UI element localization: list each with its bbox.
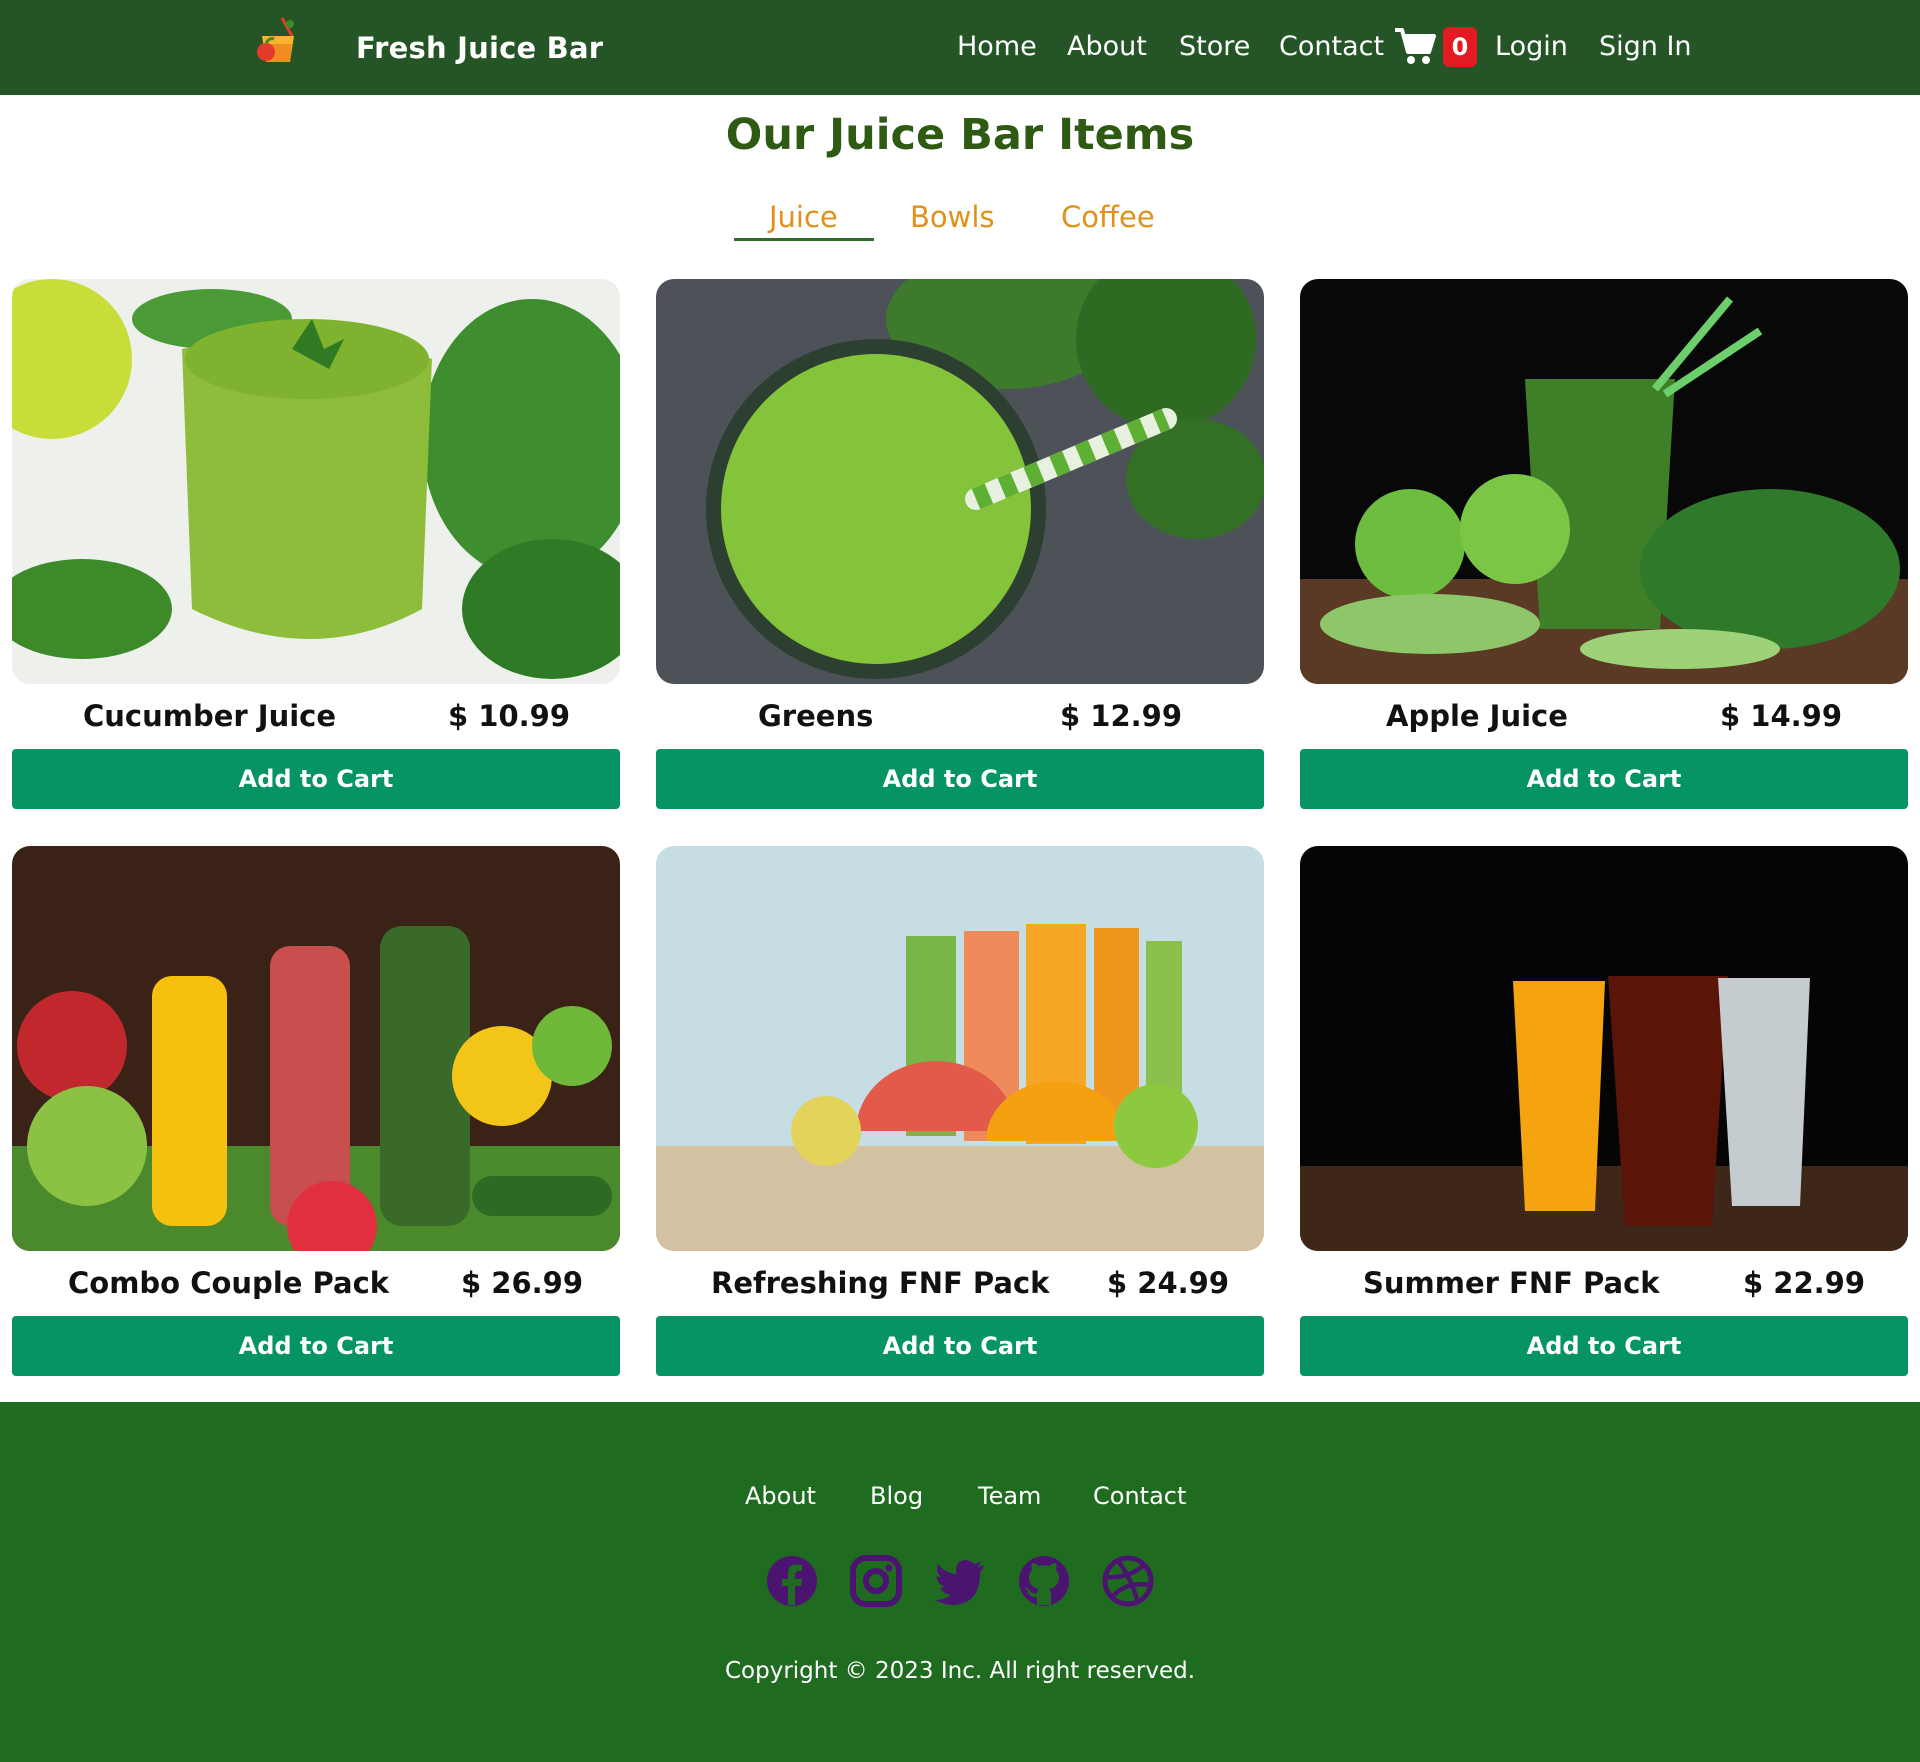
- product-image[interactable]: [656, 846, 1264, 1251]
- brand-name[interactable]: Fresh Juice Bar: [356, 31, 603, 65]
- active-tab-indicator: [734, 238, 874, 241]
- add-to-cart-button[interactable]: Add to Cart: [1300, 1316, 1908, 1376]
- product-name: Refreshing FNF Pack: [711, 1266, 1050, 1300]
- footer-link-contact[interactable]: Contact: [1093, 1482, 1186, 1510]
- footer-link-team[interactable]: Team: [978, 1482, 1041, 1510]
- product-price: $ 14.99: [1720, 699, 1843, 733]
- product-price: $ 10.99: [448, 699, 571, 733]
- footer: About Blog Team Contact Copyright © 2023…: [0, 1402, 1920, 1762]
- add-to-cart-button[interactable]: Add to Cart: [12, 1316, 620, 1376]
- nav-home[interactable]: Home: [957, 31, 1037, 62]
- twitter-icon[interactable]: [934, 1555, 986, 1607]
- product-image[interactable]: [12, 279, 620, 684]
- product-name: Apple Juice: [1386, 699, 1568, 733]
- github-icon[interactable]: [1018, 1555, 1070, 1607]
- category-tabs: Juice Bowls Coffee: [0, 200, 1920, 245]
- product-price: $ 26.99: [461, 1266, 584, 1300]
- product-name: Cucumber Juice: [83, 699, 337, 733]
- footer-link-about[interactable]: About: [745, 1482, 816, 1510]
- page-title: Our Juice Bar Items: [725, 110, 1195, 160]
- tab-bowls[interactable]: Bowls: [910, 200, 995, 234]
- product-image[interactable]: [656, 279, 1264, 684]
- add-to-cart-button[interactable]: Add to Cart: [1300, 749, 1908, 809]
- login-link[interactable]: Login: [1495, 31, 1568, 62]
- product-name: Greens: [758, 699, 874, 733]
- product-price: $ 22.99: [1743, 1266, 1866, 1300]
- facebook-icon[interactable]: [766, 1555, 818, 1607]
- product-price: $ 24.99: [1107, 1266, 1230, 1300]
- product-name: Summer FNF Pack: [1363, 1266, 1660, 1300]
- nav-about[interactable]: About: [1067, 31, 1147, 62]
- cart-count-badge: 0: [1443, 27, 1477, 67]
- sign-in-link[interactable]: Sign In: [1599, 31, 1692, 62]
- copyright-text: Copyright © 2023 Inc. All right reserved…: [724, 1658, 1196, 1684]
- nav-contact[interactable]: Contact: [1279, 31, 1384, 62]
- add-to-cart-button[interactable]: Add to Cart: [12, 749, 620, 809]
- footer-link-blog[interactable]: Blog: [870, 1482, 923, 1510]
- product-image[interactable]: [1300, 279, 1908, 684]
- cart-icon[interactable]: [1393, 26, 1437, 66]
- add-to-cart-button[interactable]: Add to Cart: [656, 749, 1264, 809]
- juice-logo-icon[interactable]: [252, 14, 304, 66]
- navbar: Fresh Juice Bar Home About Store Contact…: [0, 0, 1920, 95]
- instagram-icon[interactable]: [850, 1555, 902, 1607]
- dribbble-icon[interactable]: [1102, 1555, 1154, 1607]
- tab-coffee[interactable]: Coffee: [1061, 200, 1155, 234]
- tab-juice[interactable]: Juice: [769, 200, 838, 234]
- add-to-cart-button[interactable]: Add to Cart: [656, 1316, 1264, 1376]
- product-image[interactable]: [1300, 846, 1908, 1251]
- product-price: $ 12.99: [1060, 699, 1183, 733]
- product-name: Combo Couple Pack: [68, 1266, 390, 1300]
- product-image[interactable]: [12, 846, 620, 1251]
- nav-store[interactable]: Store: [1179, 31, 1250, 62]
